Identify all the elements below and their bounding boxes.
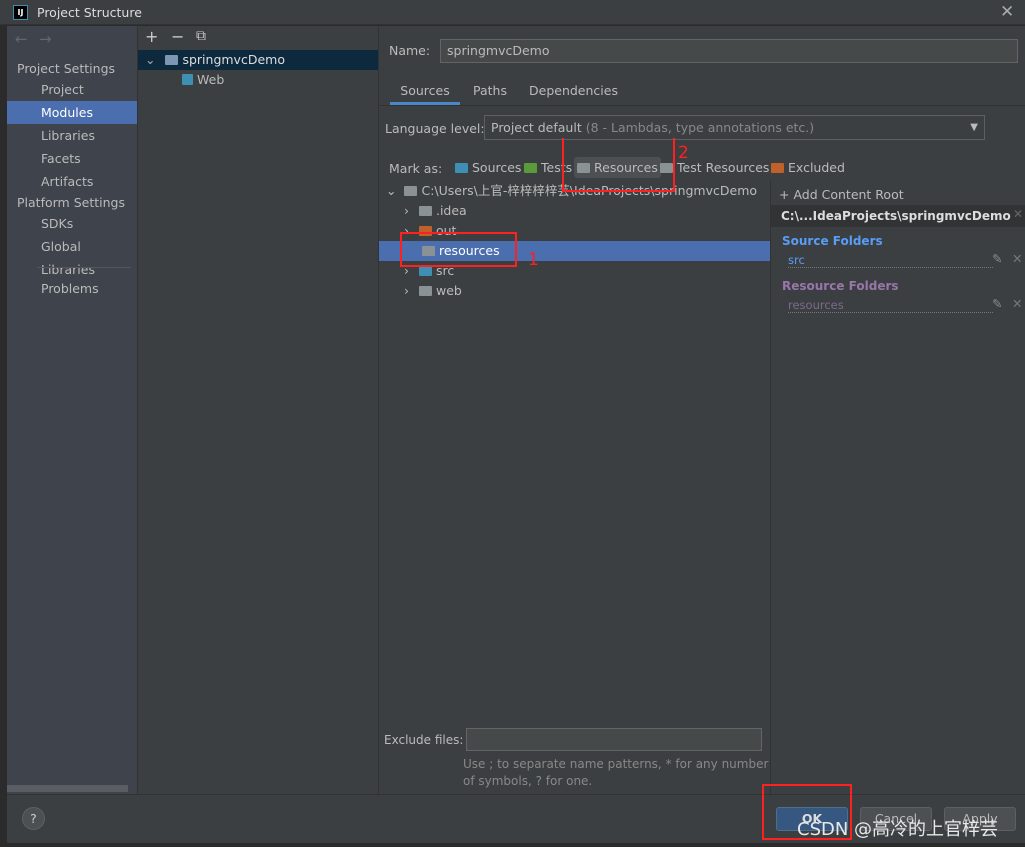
window-title: Project Structure xyxy=(37,5,142,20)
sources-folder-icon xyxy=(455,163,468,173)
remove-icon[interactable]: ✕ xyxy=(1012,296,1022,311)
chevron-down-icon: ▼ xyxy=(970,122,978,133)
chevron-right-icon: › xyxy=(404,283,409,298)
project-settings-heading: Project Settings xyxy=(17,61,116,76)
tree-item-web[interactable]: › web xyxy=(379,281,770,301)
tab-divider xyxy=(379,105,1025,106)
remove-module-button[interactable]: − xyxy=(171,27,184,46)
divider xyxy=(37,267,131,268)
facet-label: Web xyxy=(197,72,225,87)
settings-sidebar: ← → Project Settings Project Modules Lib… xyxy=(7,26,138,794)
modules-panel: + − ⧉ ⌄ springmvcDemo Web xyxy=(138,26,379,794)
module-folder-icon xyxy=(165,55,179,65)
mark-label: Test Resources xyxy=(677,160,770,175)
copy-module-button[interactable]: ⧉ xyxy=(196,28,206,44)
exclude-files-input[interactable] xyxy=(466,728,762,751)
folder-label: resources xyxy=(788,298,844,312)
sources-folder-icon xyxy=(418,266,432,276)
module-label: springmvcDemo xyxy=(182,52,285,67)
sidebar-item-libraries[interactable]: Libraries xyxy=(7,124,137,147)
hint-line: of symbols, ? for one. xyxy=(463,774,593,788)
content-root-panel: + Add Content Root C:\...IdeaProjects\sp… xyxy=(770,181,1025,794)
mark-excluded-button[interactable]: Excluded xyxy=(771,157,845,178)
sidebar-item-project[interactable]: Project xyxy=(7,78,137,101)
chevron-right-icon: › xyxy=(404,203,409,218)
title-bar: IJ Project Structure ✕ xyxy=(0,0,1025,25)
chevron-down-icon: ⌄ xyxy=(386,183,397,198)
source-folders-title: Source Folders xyxy=(782,234,883,248)
help-button[interactable]: ? xyxy=(22,807,45,830)
annotation-box-resources-folder xyxy=(400,232,517,267)
mark-test-resources-button[interactable]: Test Resources xyxy=(660,157,769,178)
chevron-down-icon: ⌄ xyxy=(145,52,156,67)
annotation-number-1: 1 xyxy=(528,250,539,270)
close-icon[interactable]: ✕ xyxy=(1000,2,1014,22)
tab-sources[interactable]: Sources xyxy=(390,80,460,105)
add-content-root-button[interactable]: + Add Content Root xyxy=(779,187,904,202)
edit-icon[interactable]: ✎ xyxy=(992,296,1002,311)
background-editor-strip xyxy=(0,843,1025,847)
sidebar-item-modules[interactable]: Modules xyxy=(7,101,137,124)
sidebar-item-artifacts[interactable]: Artifacts xyxy=(7,170,137,193)
language-level-label: Language level: xyxy=(385,121,485,136)
module-item[interactable]: ⌄ springmvcDemo xyxy=(138,50,378,70)
web-facet-icon xyxy=(182,74,193,85)
content-root-header: C:\...IdeaProjects\springmvcDemo ✕ xyxy=(771,205,1025,227)
app-icon: IJ xyxy=(13,5,28,20)
resource-folders-title: Resource Folders xyxy=(782,279,899,293)
exclude-hint: Use ; to separate name patterns, * for a… xyxy=(463,756,768,790)
exclude-files-label: Exclude files: xyxy=(384,733,464,747)
resource-folder-item[interactable]: resources xyxy=(788,298,993,313)
language-value: Project default xyxy=(491,120,582,135)
language-hint: (8 - Lambdas, type annotations etc.) xyxy=(585,120,815,135)
facet-item-web[interactable]: Web xyxy=(182,70,224,90)
add-module-button[interactable]: + xyxy=(145,27,158,46)
sidebar-item-sdks[interactable]: SDKs xyxy=(7,212,137,235)
folder-icon xyxy=(418,206,432,216)
mark-label: Sources xyxy=(472,160,522,175)
excluded-folder-icon xyxy=(771,163,784,173)
close-icon[interactable]: ✕ xyxy=(1013,207,1023,221)
hint-line: Use ; to separate name patterns, * for a… xyxy=(463,757,769,771)
mark-sources-button[interactable]: Sources xyxy=(455,157,521,178)
edit-icon[interactable]: ✎ xyxy=(992,251,1002,266)
tab-dependencies[interactable]: Dependencies xyxy=(525,80,622,105)
mark-label: Excluded xyxy=(788,160,845,175)
tree-item-idea[interactable]: › .idea xyxy=(379,201,770,221)
name-label: Name: xyxy=(389,43,431,58)
language-level-select[interactable]: Project default (8 - Lambdas, type annot… xyxy=(484,115,985,140)
folder-icon xyxy=(418,286,432,296)
module-settings: Name: springmvcDemo Sources Paths Depend… xyxy=(379,26,1025,794)
sidebar-item-facets[interactable]: Facets xyxy=(7,147,137,170)
back-button[interactable]: ← xyxy=(15,30,28,48)
folder-icon xyxy=(404,186,418,196)
scrollbar[interactable] xyxy=(7,785,128,792)
annotation-number-2: 2 xyxy=(678,143,689,163)
annotation-box-resources-button xyxy=(562,138,675,192)
mark-as-label: Mark as: xyxy=(389,161,443,176)
tests-folder-icon xyxy=(524,163,537,173)
folder-label: src xyxy=(788,253,805,267)
name-input[interactable]: springmvcDemo xyxy=(440,39,1018,63)
forward-button[interactable]: → xyxy=(39,30,52,48)
platform-settings-heading: Platform Settings xyxy=(17,195,125,210)
content-root-path: C:\...IdeaProjects\springmvcDemo xyxy=(781,209,1011,223)
tab-paths[interactable]: Paths xyxy=(469,80,511,105)
watermark: CSDN @高冷的上官梓芸 xyxy=(797,819,999,840)
sidebar-item-global-libraries[interactable]: Global Libraries xyxy=(7,235,137,277)
folder-label: web xyxy=(435,283,462,298)
folder-label: .idea xyxy=(435,203,467,218)
sidebar-item-problems[interactable]: Problems xyxy=(7,277,137,300)
source-folder-item[interactable]: src xyxy=(788,253,993,268)
remove-icon[interactable]: ✕ xyxy=(1012,251,1022,266)
